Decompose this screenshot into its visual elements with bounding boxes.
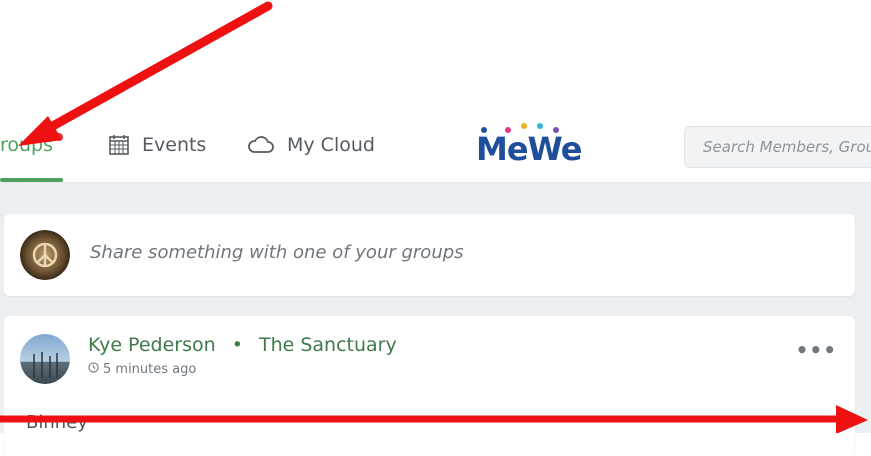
annotation-arrows bbox=[0, 1, 868, 433]
annotation-arrow-diagonal bbox=[37, 1, 273, 137]
annotation-arrowhead-horizontal bbox=[836, 405, 868, 433]
